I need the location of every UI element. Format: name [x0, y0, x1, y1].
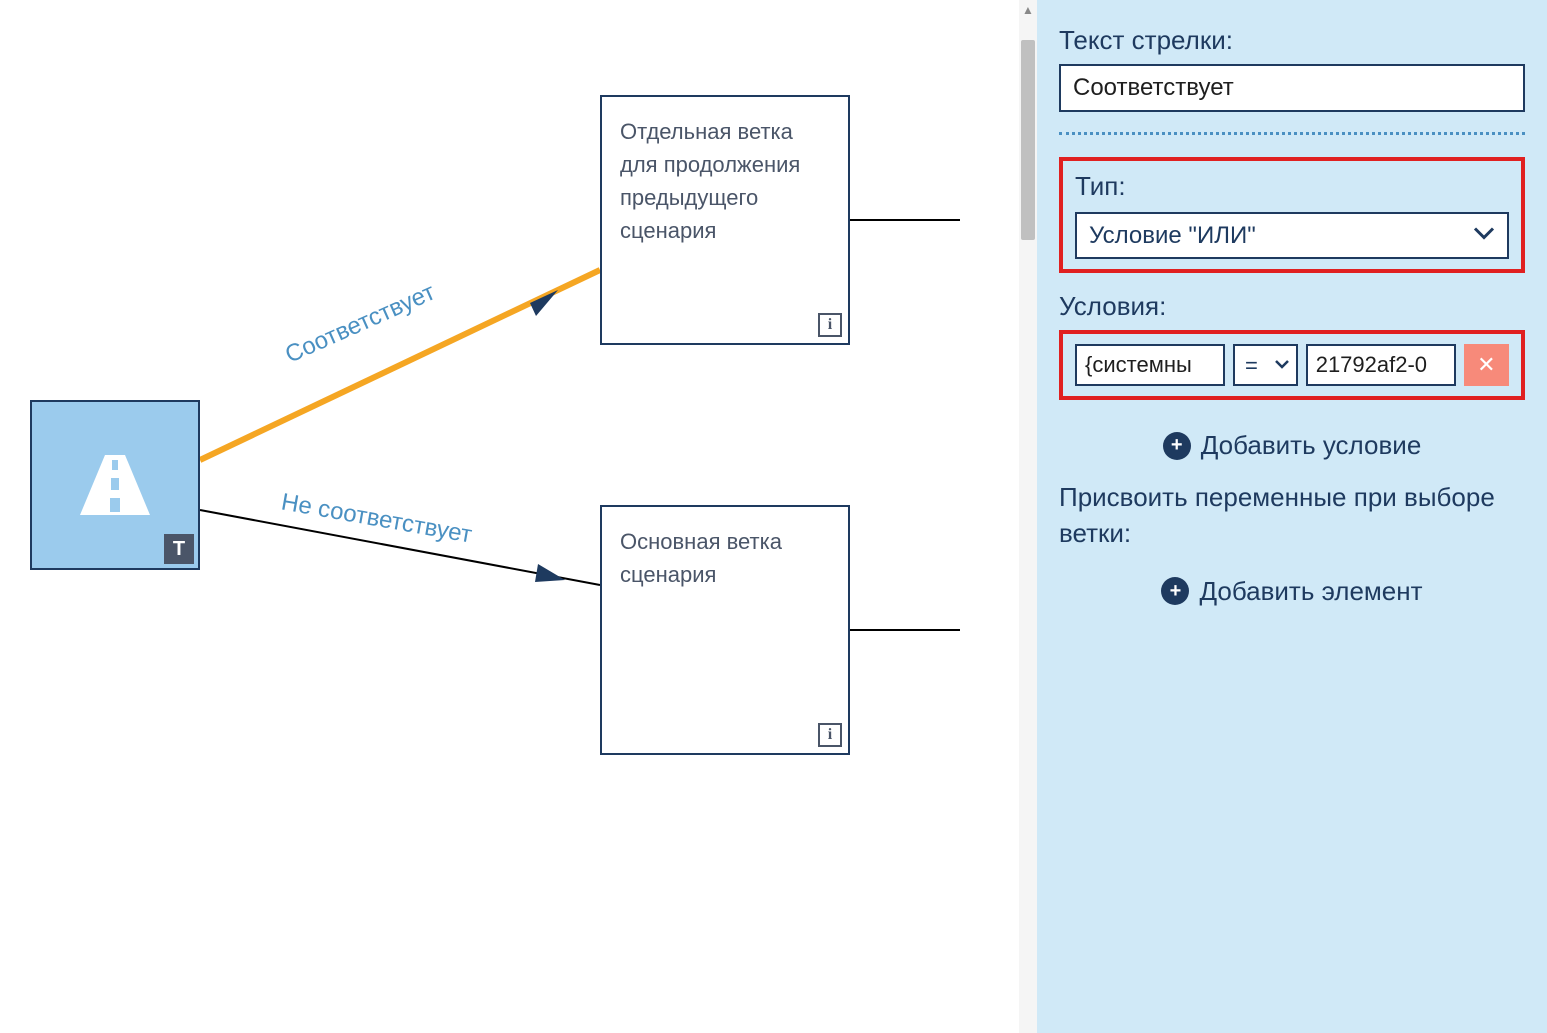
condition-operator-select[interactable]: = [1233, 344, 1298, 386]
arrow-text-input[interactable] [1059, 64, 1525, 112]
properties-sidebar: Текст стрелки: Тип: Условие "ИЛИ" Услови… [1037, 0, 1547, 1033]
node-text: Основная ветка сценария [620, 529, 782, 587]
branch-node-separate[interactable]: Отдельная ветка для продолжения предыдущ… [600, 95, 850, 345]
info-icon[interactable]: i [818, 723, 842, 747]
close-icon: ✕ [1477, 352, 1495, 378]
road-icon [70, 450, 160, 520]
start-node[interactable]: Т [30, 400, 200, 570]
scroll-up-arrow[interactable]: ▲ [1019, 0, 1037, 20]
edge-label-matches[interactable]: Соответствует [281, 279, 439, 370]
plus-circle-icon: + [1161, 577, 1189, 605]
condition-left-input[interactable] [1075, 344, 1225, 386]
scrollbar-thumb[interactable] [1021, 40, 1035, 240]
plus-circle-icon: + [1163, 432, 1191, 460]
node-type-badge: Т [164, 534, 194, 564]
add-element-link[interactable]: + Добавить элемент [1161, 576, 1422, 607]
section-divider [1059, 132, 1525, 135]
info-icon[interactable]: i [818, 313, 842, 337]
node-text: Отдельная ветка для продолжения предыдущ… [620, 119, 800, 243]
delete-condition-button[interactable]: ✕ [1464, 344, 1509, 386]
diagram-canvas[interactable]: Соответствует Не соответствует Т Отдельн… [0, 0, 1037, 1033]
condition-row-highlight: = ✕ [1059, 330, 1525, 400]
add-condition-link[interactable]: + Добавить условие [1163, 430, 1422, 461]
type-section-highlight: Тип: Условие "ИЛИ" [1059, 157, 1525, 273]
arrow-text-label: Текст стрелки: [1059, 25, 1525, 56]
type-select[interactable]: Условие "ИЛИ" [1075, 212, 1509, 259]
assign-vars-label: Присвоить переменные при выборе ветки: [1059, 479, 1525, 552]
condition-right-input[interactable] [1306, 344, 1456, 386]
add-condition-label: Добавить условие [1201, 430, 1422, 461]
conditions-label: Условия: [1059, 291, 1525, 322]
type-label: Тип: [1075, 171, 1509, 202]
branch-node-main[interactable]: Основная ветка сценария i [600, 505, 850, 755]
edge-label-not-matches[interactable]: Не соответствует [279, 488, 474, 549]
add-element-label: Добавить элемент [1199, 576, 1422, 607]
canvas-scrollbar[interactable]: ▲ [1019, 0, 1037, 1033]
